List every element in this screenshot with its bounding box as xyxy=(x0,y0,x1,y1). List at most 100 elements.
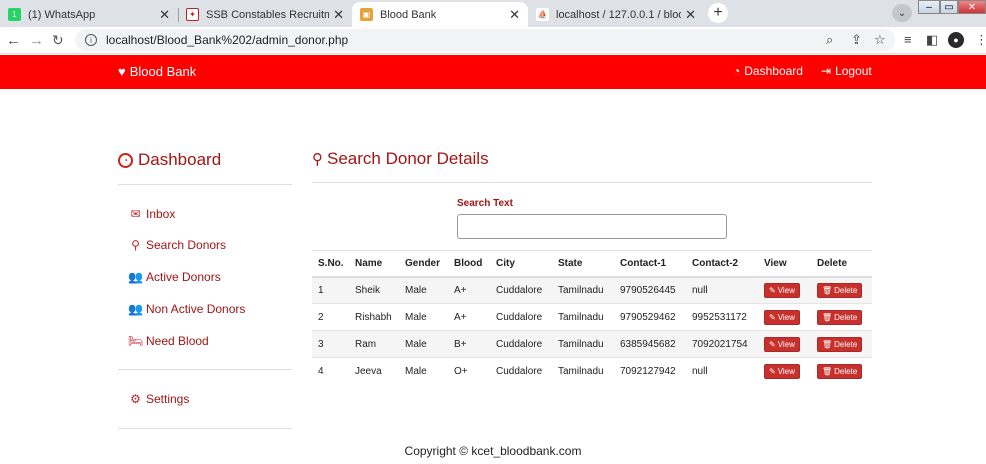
zoom-icon[interactable]: ⌕ xyxy=(826,32,833,48)
page-title-text: Search Donor Details xyxy=(327,149,489,168)
edit-icon: ✎ xyxy=(769,285,776,295)
share-icon[interactable]: ⇪ xyxy=(851,32,862,48)
sidebar-item-non-active-donors[interactable]: 👥 Non Active Donors xyxy=(128,302,245,316)
edit-icon: ✎ xyxy=(769,366,776,376)
table-cell: 7092127942 xyxy=(614,357,686,385)
delete-button[interactable]: 🗑 Delete xyxy=(817,363,863,379)
table-row: 2 Rishabh Male A+ Cuddalore Tamilnadu 97… xyxy=(312,303,872,331)
table-cell: Rishabh xyxy=(349,303,399,331)
sidebar-item-search-donors[interactable]: ⚲ Search Donors xyxy=(128,238,226,252)
view-button[interactable]: ✎ View xyxy=(764,309,800,325)
nav-logout-link[interactable]: ⇥ Logout xyxy=(821,64,872,78)
table-cell: 6385945682 xyxy=(614,330,686,358)
back-arrow-icon[interactable]: ← xyxy=(6,32,21,49)
delete-button[interactable]: 🗑 Delete xyxy=(817,309,863,325)
table-row: 1 Sheik Male A+ Cuddalore Tamilnadu 9790… xyxy=(312,276,872,304)
blood-bank-favicon-icon: ▣ xyxy=(360,8,373,21)
column-header: View xyxy=(758,250,811,278)
table-cell: B+ xyxy=(448,330,490,358)
url-input[interactable]: i localhost/Blood_Bank%202/admin_donor.p… xyxy=(75,29,895,51)
column-header: Contact-2 xyxy=(686,250,758,278)
view-button-label: View xyxy=(777,339,795,349)
tab-whatsapp[interactable]: 1 (1) WhatsApp ✕ xyxy=(0,2,178,27)
trash-icon: 🗑 xyxy=(822,339,833,349)
delete-button[interactable]: 🗑 Delete xyxy=(817,282,863,298)
whatsapp-icon: 1 xyxy=(8,8,21,21)
more-menu-icon[interactable]: ⋮ xyxy=(975,32,986,48)
new-tab-button[interactable]: + xyxy=(708,3,728,23)
reload-icon[interactable]: ↻ xyxy=(52,32,64,49)
table-cell: Cuddalore xyxy=(490,303,552,331)
table-cell: Male xyxy=(399,276,448,304)
sidebar-item-active-donors[interactable]: 👥 Active Donors xyxy=(128,270,221,284)
search-input[interactable] xyxy=(457,214,727,239)
divider xyxy=(118,369,292,370)
tab-search-chevron-icon[interactable]: ⌄ xyxy=(892,4,912,22)
delete-button-label: Delete xyxy=(834,285,858,295)
view-button[interactable]: ✎ View xyxy=(764,363,800,379)
sidebar-item-inbox[interactable]: ✉ Inbox xyxy=(128,207,175,221)
users-icon: 👥 xyxy=(128,302,143,316)
site-info-icon[interactable]: i xyxy=(85,34,97,46)
table-cell: 4 xyxy=(312,357,349,385)
table-cell: Cuddalore xyxy=(490,276,552,304)
sidebar-item-settings[interactable]: ⚙ Settings xyxy=(128,392,189,406)
nav-dashboard-link[interactable]: ◔ Dashboard xyxy=(733,64,803,78)
table-cell: Ram xyxy=(349,330,399,358)
ssb-icon: ✦ xyxy=(186,8,199,21)
tab-phpmyadmin[interactable]: ⛵ localhost / 127.0.0.1 / blood_ban ✕ xyxy=(528,2,704,27)
close-tab-icon[interactable]: ✕ xyxy=(509,7,520,23)
bookmark-star-icon[interactable]: ☆ xyxy=(874,32,886,48)
site-navbar: ♥ Blood Bank ◔ Dashboard ⇥ Logout xyxy=(0,55,986,89)
sidebar-item-label: Active Donors xyxy=(146,270,221,284)
table-cell: 7092021754 xyxy=(686,330,758,358)
sidebar-item-need-blood[interactable]: 🛏 Need Blood xyxy=(128,334,209,348)
tab-ssb[interactable]: ✦ SSB Constables Recruitment 202 ✕ xyxy=(178,2,352,27)
tab-title: Blood Bank xyxy=(380,8,437,21)
close-tab-icon[interactable]: ✕ xyxy=(333,7,344,23)
brand-link[interactable]: ♥ Blood Bank xyxy=(118,64,196,79)
envelope-icon: ✉ xyxy=(130,207,141,221)
tab-title: localhost / 127.0.0.1 / blood_ban xyxy=(556,8,681,21)
footer-copyright: Copyright © kcet_bloodbank.com xyxy=(404,444,582,458)
close-window-button[interactable]: ✕ xyxy=(958,0,986,14)
trash-icon: 🗑 xyxy=(822,312,833,322)
table-cell: Tamilnadu xyxy=(552,330,614,358)
side-panel-icon[interactable]: ◧ xyxy=(926,32,938,48)
view-button[interactable]: ✎ View xyxy=(764,282,800,298)
nav-logout-label: Logout xyxy=(835,64,872,78)
delete-button-label: Delete xyxy=(834,339,858,349)
delete-button-label: Delete xyxy=(834,312,858,322)
table-cell: null xyxy=(686,276,758,304)
browser-tab-bar: 1 (1) WhatsApp ✕ ✦ SSB Constables Recrui… xyxy=(0,0,986,27)
table-cell: Male xyxy=(399,357,448,385)
sidebar-item-label: Settings xyxy=(146,392,190,406)
tab-title: (1) WhatsApp xyxy=(28,8,96,21)
bed-icon: 🛏 xyxy=(127,334,144,348)
forward-arrow-icon[interactable]: → xyxy=(29,32,44,49)
dashboard-gauge-icon: ◔ xyxy=(118,152,133,168)
table-cell: Cuddalore xyxy=(490,357,552,385)
maximize-button[interactable]: ▭ xyxy=(940,0,958,14)
trash-icon: 🗑 xyxy=(822,366,833,376)
table-cell: Male xyxy=(399,330,448,358)
reading-list-icon[interactable]: ≡ xyxy=(904,32,912,47)
sidebar-item-label: Need Blood xyxy=(146,334,209,348)
delete-button-label: Delete xyxy=(834,366,858,376)
sidebar-item-label: Non Active Donors xyxy=(146,302,246,316)
close-tab-icon[interactable]: ✕ xyxy=(685,7,696,23)
view-button-label: View xyxy=(777,312,795,322)
heartbeat-icon: ♥ xyxy=(118,64,126,79)
view-button[interactable]: ✎ View xyxy=(764,336,800,352)
plus-icon: + xyxy=(713,4,723,21)
page-title: ⚲ Search Donor Details xyxy=(312,149,489,169)
profile-avatar-icon[interactable]: ● xyxy=(948,32,964,48)
divider xyxy=(118,428,292,429)
table-cell: 9790529462 xyxy=(614,303,686,331)
table-cell: Tamilnadu xyxy=(552,303,614,331)
minimize-button[interactable]: – xyxy=(918,0,940,14)
tab-blood-bank[interactable]: ▣ Blood Bank ✕ xyxy=(352,2,528,27)
delete-button[interactable]: 🗑 Delete xyxy=(817,336,863,352)
close-tab-icon[interactable]: ✕ xyxy=(159,7,170,23)
table-cell: null xyxy=(686,357,758,385)
